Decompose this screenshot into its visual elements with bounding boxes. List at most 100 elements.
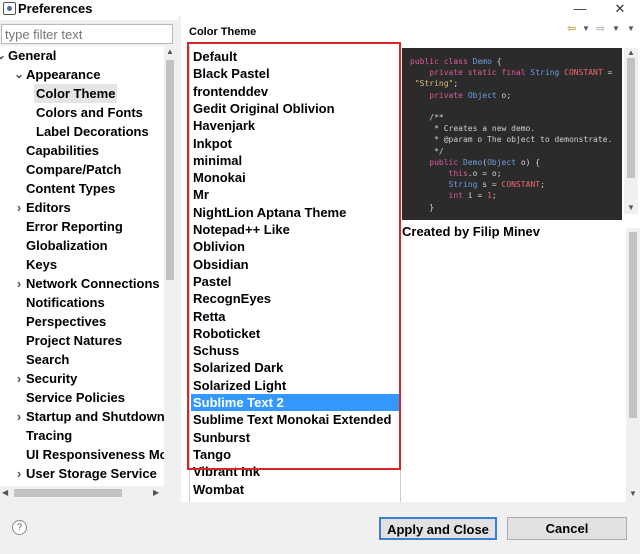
tree-item-label: Appearance [26,67,101,82]
tree-item-label: Search [26,352,70,367]
tree-horizontal-scrollbar[interactable]: ◀ ▶ [0,486,164,500]
theme-list-item[interactable]: Notepad++ Like [191,221,399,238]
theme-list-item[interactable]: Inkpot [191,135,399,152]
theme-list-item[interactable]: Wombat [191,481,399,498]
theme-list-item[interactable]: Roboticket [191,325,399,342]
theme-list-item[interactable]: RecognEyes [191,290,399,307]
theme-list-item[interactable]: Black Pastel [191,65,399,82]
theme-list-item[interactable]: Schuss [191,342,399,359]
tree-item[interactable]: Label Decorations [0,122,164,141]
tree-item[interactable]: › Security [0,369,164,388]
scroll-up-icon[interactable]: ▲ [166,48,174,56]
theme-preview: public class Demo { private static final… [402,48,622,220]
collapsed-chevron-icon[interactable]: › [14,198,24,217]
scroll-left-icon[interactable]: ◀ [2,489,8,497]
tree-item[interactable]: Content Types [0,179,164,198]
theme-author: Created by Filip Minev [402,224,540,239]
tree-item-label: Error Reporting [26,219,123,234]
collapsed-chevron-icon[interactable]: › [14,407,24,426]
theme-list-item[interactable]: Pastel [191,273,399,290]
scroll-up-icon[interactable]: ▲ [627,49,635,57]
theme-list-item[interactable]: Sunburst [191,429,399,446]
tree-item[interactable]: Notifications [0,293,164,312]
theme-list-item[interactable]: Default [191,48,399,65]
minimize-button[interactable]: — [560,0,600,20]
help-icon[interactable]: ? [12,520,27,535]
scroll-right-icon[interactable]: ▶ [153,489,159,497]
close-button[interactable]: ✕ [600,0,640,20]
tree-item[interactable]: › Network Connections [0,274,164,293]
tree-item[interactable]: Error Reporting [0,217,164,236]
preview-scrollbar[interactable]: ▲ ▼ [624,48,638,214]
tree-item[interactable]: ⌄ General [0,46,164,65]
tree-item-label: Notifications [26,295,105,310]
theme-list-item[interactable]: Monokai [191,169,399,186]
theme-list-item[interactable]: Solarized Light [191,377,399,394]
theme-list-item[interactable]: Sublime Text 2 [191,394,399,411]
theme-list-item[interactable]: Obsidian [191,256,399,273]
view-menu-icon[interactable]: ▼ [627,24,635,33]
tree-item-label: Content Types [26,181,116,196]
theme-list-item[interactable]: frontenddev [191,83,399,100]
tree-item[interactable]: Compare/Patch [0,160,164,179]
collapsed-chevron-icon[interactable]: › [14,274,24,293]
tree-item-label: Keys [26,257,58,272]
theme-list-item[interactable]: Havenjark [191,117,399,134]
tree-item[interactable]: Project Natures [0,331,164,350]
theme-list-item[interactable]: Oblivion [191,238,399,255]
theme-list-item[interactable]: Vibrant Ink [191,463,399,480]
theme-list-item[interactable]: Mr [191,186,399,203]
theme-list-item[interactable]: Solarized Dark [191,359,399,376]
page-scroll-thumb[interactable] [629,232,637,418]
preferences-tree: ⌄ General ⌄ Appearance Color Theme Colors and… [0,46,164,486]
cancel-button[interactable]: Cancel [507,517,627,540]
tree-item[interactable]: › Startup and Shutdown [0,407,164,426]
tree-scroll-thumb[interactable] [166,60,174,280]
tree-item[interactable]: ⌄ Appearance [0,65,164,84]
collapsed-chevron-icon[interactable]: › [14,464,24,483]
tree-item[interactable]: Globalization [0,236,164,255]
back-history-chevron-icon[interactable]: ▼ [582,24,590,33]
tree-item[interactable]: UI Responsiveness Mon [0,445,164,464]
tree-item-label: Service Policies [26,390,126,405]
theme-list-item[interactable]: Tango [191,446,399,463]
tree-item[interactable]: Perspectives [0,312,164,331]
collapsed-chevron-icon[interactable]: › [14,369,24,388]
theme-list-item[interactable]: minimal [191,152,399,169]
expanded-chevron-icon[interactable]: ⌄ [0,46,6,65]
page-vertical-scrollbar[interactable]: ▼ [626,228,640,502]
theme-list-item[interactable]: Gedit Original Oblivion [191,100,399,117]
tree-item-label: Compare/Patch [26,162,122,177]
tree-hscroll-thumb[interactable] [14,489,122,497]
tree-item[interactable]: › Editors [0,198,164,217]
tree-item[interactable]: Colors and Fonts [0,103,164,122]
tree-item[interactable]: › User Storage Service [0,464,164,483]
apply-and-close-button[interactable]: Apply and Close [379,517,497,540]
tree-item-label: Label Decorations [36,124,149,139]
theme-list-item[interactable]: Sublime Text Monokai Extended [191,411,399,428]
expanded-chevron-icon[interactable]: ⌄ [14,65,24,84]
tree-item[interactable]: Tracing [0,426,164,445]
tree-item[interactable]: Capabilities [0,141,164,160]
preference-page: Color Theme ⇦ ▼ ⇨ ▼ ▼ Default Black Paste… [181,18,640,502]
scroll-down-icon[interactable]: ▼ [629,490,637,498]
scroll-down-icon[interactable]: ▼ [627,204,635,212]
tree-item-label: Security [26,371,78,386]
tree-item[interactable]: Keys [0,255,164,274]
tree-item[interactable]: Search [0,350,164,369]
preview-scroll-thumb[interactable] [627,58,635,178]
tree-item[interactable]: Service Policies [0,388,164,407]
forward-history-chevron-icon[interactable]: ▼ [612,24,620,33]
back-arrow-icon[interactable]: ⇦ [567,22,576,35]
tree-item-label: UI Responsiveness Mon [26,447,164,462]
tree-vertical-scrollbar[interactable]: ▲ [164,46,176,486]
tree-item-label: Editors [26,200,71,215]
theme-list-item[interactable]: NightLion Aptana Theme [191,204,399,221]
tree-item[interactable]: Color Theme [0,84,164,103]
forward-arrow-icon[interactable]: ⇨ [596,22,605,35]
theme-list[interactable]: Default Black Pastel frontenddev Gedit Orig… [189,46,401,502]
theme-list-item[interactable]: Retta [191,308,399,325]
tree-item-label: Network Connections [26,276,160,291]
filter-input[interactable] [5,26,170,43]
tree-item-label: General [8,48,57,63]
